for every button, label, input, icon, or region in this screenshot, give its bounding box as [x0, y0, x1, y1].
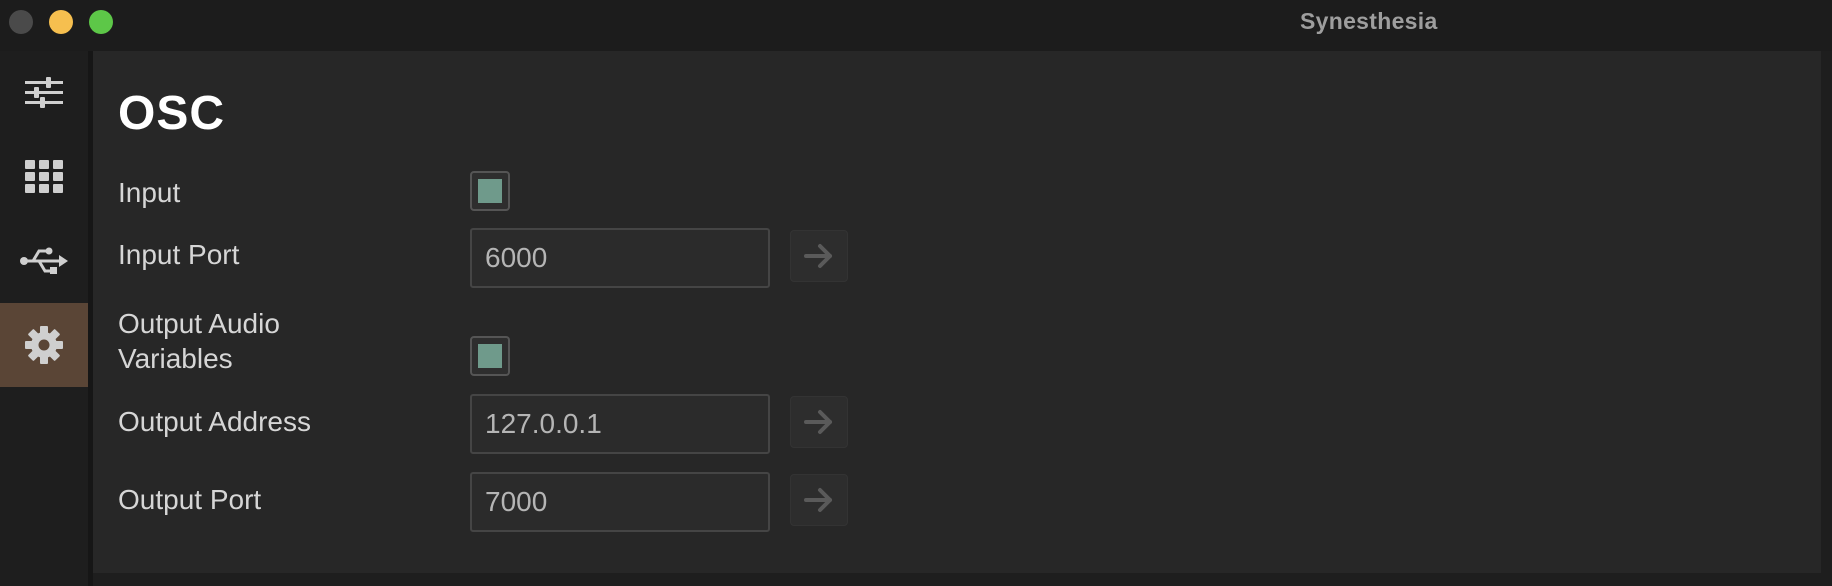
input-port-field[interactable]: 6000: [470, 228, 770, 288]
apply-output-address-button[interactable]: [790, 396, 848, 448]
apply-input-port-button[interactable]: [790, 230, 848, 282]
sidebar-item-settings[interactable]: [0, 303, 88, 387]
app-window: Synesthesia OSC Input Input Port 6000 Ou…: [0, 0, 1832, 586]
sliders-icon: [25, 77, 63, 108]
apply-output-port-button[interactable]: [790, 474, 848, 526]
bottom-edge: [93, 573, 1821, 586]
page-title: OSC: [118, 87, 226, 140]
right-edge: [1821, 51, 1832, 586]
minimize-window-button[interactable]: [49, 10, 73, 34]
usb-icon: [20, 247, 68, 274]
grid-icon: [25, 160, 63, 193]
sidebar: [0, 51, 88, 586]
output-audio-label-line2: Variables: [118, 343, 233, 374]
output-audio-checkbox[interactable]: [470, 336, 510, 376]
checkbox-checked-indicator: [478, 179, 502, 203]
title-bar: Synesthesia: [0, 0, 1832, 51]
output-port-field[interactable]: 7000: [470, 472, 770, 532]
sidebar-item-mixer[interactable]: [0, 51, 88, 135]
close-window-button[interactable]: [9, 10, 33, 34]
arrow-right-icon: [804, 244, 832, 268]
input-port-label: Input Port: [118, 239, 240, 270]
output-audio-label-line1: Output Audio: [118, 308, 280, 339]
window-title: Synesthesia: [1300, 8, 1438, 34]
gear-icon: [25, 326, 63, 364]
sidebar-item-usb[interactable]: [0, 219, 88, 303]
arrow-right-icon: [804, 410, 832, 434]
output-port-label: Output Port: [118, 484, 262, 515]
output-address-label: Output Address: [118, 406, 312, 437]
input-label: Input: [118, 177, 181, 208]
output-address-field[interactable]: 127.0.0.1: [470, 394, 770, 454]
arrow-right-icon: [804, 488, 832, 512]
settings-panel: [93, 51, 1821, 573]
checkbox-checked-indicator: [478, 344, 502, 368]
input-checkbox[interactable]: [470, 171, 510, 211]
sidebar-item-grid[interactable]: [0, 135, 88, 219]
maximize-window-button[interactable]: [89, 10, 113, 34]
